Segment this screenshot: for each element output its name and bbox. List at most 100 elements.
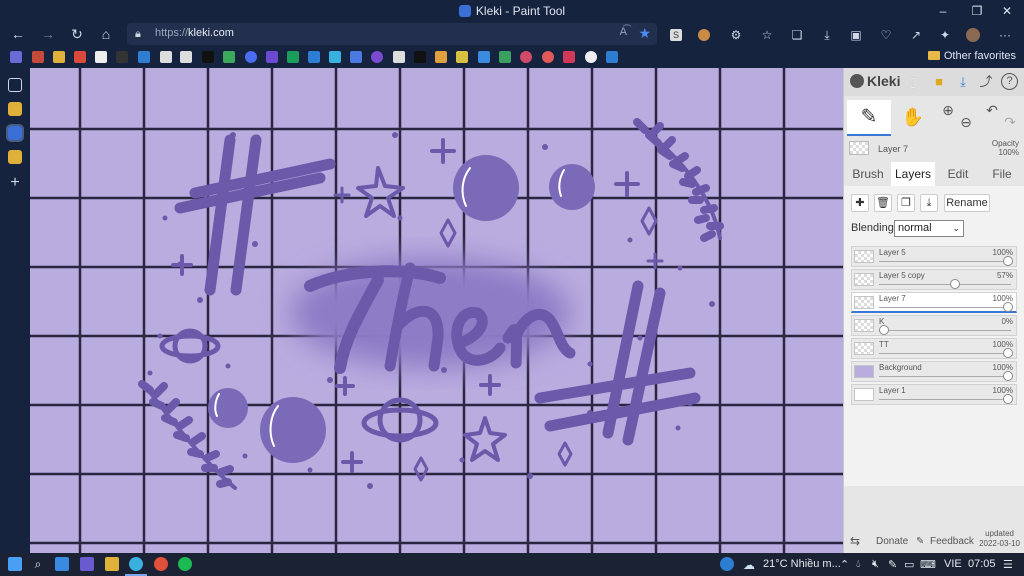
kleki-tab-icon[interactable] [6, 124, 24, 142]
chevron-up-icon[interactable]: ⌃ [840, 558, 849, 571]
layer-opacity-handle[interactable] [879, 325, 889, 335]
back-button[interactable]: ← [9, 25, 27, 43]
fav-icon-21[interactable] [435, 51, 447, 63]
url-field[interactable]: 🔒︎ https://kleki.com A͡ ★ [127, 23, 657, 45]
tab-file[interactable]: File [980, 162, 1024, 186]
swap-icon[interactable]: ⇆ [850, 534, 860, 548]
extensions-icon[interactable]: ⚙ [728, 28, 744, 42]
copilot-icon[interactable]: ✦ [937, 28, 953, 42]
other-favorites[interactable]: Other favorites [927, 50, 1016, 62]
feedback-link[interactable]: Feedback [930, 536, 974, 547]
hand-tool-button[interactable]: ✋ [898, 102, 928, 132]
teams-icon[interactable] [266, 51, 278, 63]
language-indicator[interactable]: VIE [944, 558, 962, 570]
rename-layer-button[interactable]: Rename [944, 194, 990, 212]
account-icon[interactable] [720, 557, 734, 571]
file-explorer-icon[interactable] [105, 557, 119, 571]
layer-opacity-slider[interactable] [879, 399, 1011, 400]
fav-icon-2[interactable] [32, 51, 44, 63]
extension-s-icon[interactable]: S [670, 29, 682, 41]
profile-avatar[interactable] [966, 28, 980, 42]
fav-icon-24[interactable] [499, 51, 511, 63]
weather-text[interactable]: 21°C Nhiều m... [763, 558, 841, 570]
new-tab-icon[interactable]: + [8, 175, 22, 191]
settings-more-button[interactable]: ··· [997, 28, 1013, 42]
open-folder-icon[interactable]: ■ [930, 73, 948, 91]
tiktok-icon[interactable] [414, 51, 426, 63]
extension-avatar-icon[interactable] [698, 29, 710, 41]
undo-icon[interactable]: ↶ [984, 102, 1000, 118]
tab-layers[interactable]: Layers [891, 162, 935, 186]
google-icon[interactable] [585, 51, 597, 63]
notion-icon[interactable] [95, 51, 107, 63]
home-button[interactable]: ⌂ [97, 25, 115, 43]
delete-layer-button[interactable]: 🗑︎ [874, 194, 892, 212]
page-icon-2[interactable] [180, 51, 192, 63]
collections-icon[interactable]: ❏ [789, 28, 805, 42]
zoom-out-icon[interactable]: ⊖ [958, 114, 974, 130]
read-aloud-icon[interactable]: A͡ [620, 26, 627, 38]
favorite-star-icon[interactable]: ★ [638, 25, 651, 42]
fav-icon-12[interactable] [245, 51, 257, 63]
fav-icon-23[interactable] [478, 51, 490, 63]
layer-opacity-handle[interactable] [1003, 394, 1013, 404]
tab-edit[interactable]: Edit [936, 162, 980, 186]
layer-row[interactable]: K 0% [851, 315, 1017, 336]
layer-opacity-slider[interactable] [879, 376, 1011, 377]
layer-row[interactable]: Layer 5 100% [851, 246, 1017, 267]
minimize-button[interactable]: – [934, 2, 952, 20]
close-button[interactable]: ✕ [998, 2, 1016, 20]
forward-button[interactable]: → [39, 25, 57, 43]
fav-icon-16[interactable] [329, 51, 341, 63]
fav-icon-29[interactable] [606, 51, 618, 63]
volume-muted-icon[interactable]: 🔇︎ [872, 558, 879, 571]
reload-button[interactable]: ↻ [68, 25, 86, 43]
layer-opacity-handle[interactable] [1003, 302, 1013, 312]
download-icon[interactable]: ⤓ [954, 73, 972, 91]
maximize-button[interactable]: ❐ [968, 2, 986, 20]
teams-taskbar-icon[interactable] [80, 557, 94, 571]
layer-row[interactable]: TT 100% [851, 338, 1017, 359]
browser-essentials-icon[interactable]: ♡ [878, 28, 894, 42]
drawing-canvas[interactable] [30, 68, 843, 553]
layer-opacity-handle[interactable] [949, 279, 960, 289]
redo-icon[interactable]: ↷ [1002, 114, 1018, 130]
fav-icon-26[interactable] [542, 51, 554, 63]
layer-opacity-slider[interactable] [879, 353, 1011, 354]
drive-icon[interactable] [223, 51, 235, 63]
clock[interactable]: 07:05 [968, 558, 996, 570]
layer-row[interactable]: Layer 1 100% [851, 384, 1017, 405]
page-icon-3[interactable] [393, 51, 405, 63]
favorites-icon[interactable]: ☆ [759, 28, 775, 42]
page-icon-1[interactable] [160, 51, 172, 63]
layer-row[interactable]: Layer 5 copy 57% [851, 269, 1017, 290]
todo-icon[interactable] [55, 557, 69, 571]
layer-opacity-slider[interactable] [879, 307, 1011, 308]
brush-tool-button[interactable]: ✎ [847, 100, 891, 136]
search-icon[interactable]: ⌕ [31, 557, 45, 571]
downloads-icon[interactable]: ⤓ [819, 28, 835, 42]
display-icon[interactable]: ▭ [904, 558, 914, 571]
zoom-in-icon[interactable]: ⊕ [940, 102, 956, 118]
layer-opacity-handle[interactable] [1003, 348, 1013, 358]
fav-icon-6[interactable] [116, 51, 128, 63]
new-image-icon[interactable]: ▯ [904, 73, 922, 91]
notification-icon[interactable]: ☰ [1003, 558, 1013, 571]
help-icon[interactable]: ? [1001, 73, 1018, 90]
fav-icon-10[interactable] [202, 51, 214, 63]
merge-layer-button[interactable]: ⤓ [920, 194, 938, 212]
fav-icon-22[interactable] [456, 51, 468, 63]
keyboard-icon[interactable]: ⌨ [920, 558, 936, 571]
blending-mode-select[interactable]: normal ⌄ [894, 220, 964, 237]
chrome-taskbar-icon[interactable] [154, 557, 168, 571]
weather-widget[interactable]: ☁ [743, 558, 755, 572]
sheets-icon[interactable] [287, 51, 299, 63]
layer-opacity-slider[interactable] [879, 261, 1011, 262]
bing-icon[interactable] [138, 51, 150, 63]
fav-icon-3[interactable] [53, 51, 65, 63]
docs-icon[interactable] [350, 51, 362, 63]
layer-row[interactable]: Background 100% [851, 361, 1017, 382]
donate-link[interactable]: Donate [876, 536, 908, 547]
gmail-icon[interactable] [74, 51, 86, 63]
layer-opacity-slider[interactable] [879, 330, 1011, 331]
